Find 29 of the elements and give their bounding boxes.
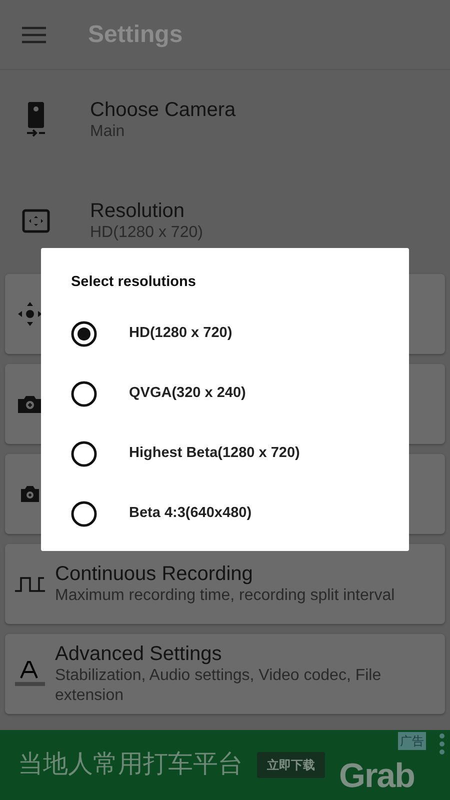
brand-logo: Grab — [339, 759, 414, 793]
radio-option[interactable]: Highest Beta(1280 x 720) — [71, 424, 381, 484]
setting-card[interactable]: Advanced Settings Stabilization, Audio settings, Video codec, File extension — [5, 634, 445, 714]
menu-icon[interactable] — [22, 26, 46, 44]
aspect-ratio-icon — [22, 208, 50, 232]
ad-label: 广告 — [398, 732, 426, 750]
setting-title: Continuous Recording — [55, 562, 254, 586]
dialog-title: Select resolutions — [71, 273, 197, 292]
camera-switch-icon — [26, 102, 46, 138]
square-wave-icon — [15, 575, 45, 593]
radio-button[interactable] — [71, 440, 97, 467]
radio-option[interactable]: Beta 4:3(640x480) — [71, 484, 381, 544]
radio-option[interactable]: HD(1280 x 720) — [71, 304, 381, 364]
setting-summary: Maximum recording time, recording split interval — [55, 586, 395, 606]
setting-title: Resolution — [90, 198, 186, 222]
camera-icon — [20, 485, 40, 503]
move-icon — [17, 301, 43, 327]
setting-title: Advanced Settings — [55, 642, 223, 666]
setting-title: Choose Camera — [90, 98, 236, 122]
radio-button[interactable] — [71, 500, 97, 527]
camera-icon — [17, 394, 43, 414]
radio-button[interactable] — [71, 380, 97, 407]
radio-option[interactable]: QVGA(320 x 240) — [71, 364, 381, 424]
radio-button[interactable] — [71, 320, 97, 347]
setting-card[interactable]: Continuous Recording Maximum recording time, recording split interval — [5, 544, 445, 624]
download-button[interactable]: 立即下载 — [257, 752, 325, 778]
ad-headline: 当地人常用打车平台 — [18, 749, 243, 780]
text-format-icon — [15, 661, 45, 687]
setting-summary: Stabilization, Audio settings, Video codec, File extension — [55, 666, 382, 706]
